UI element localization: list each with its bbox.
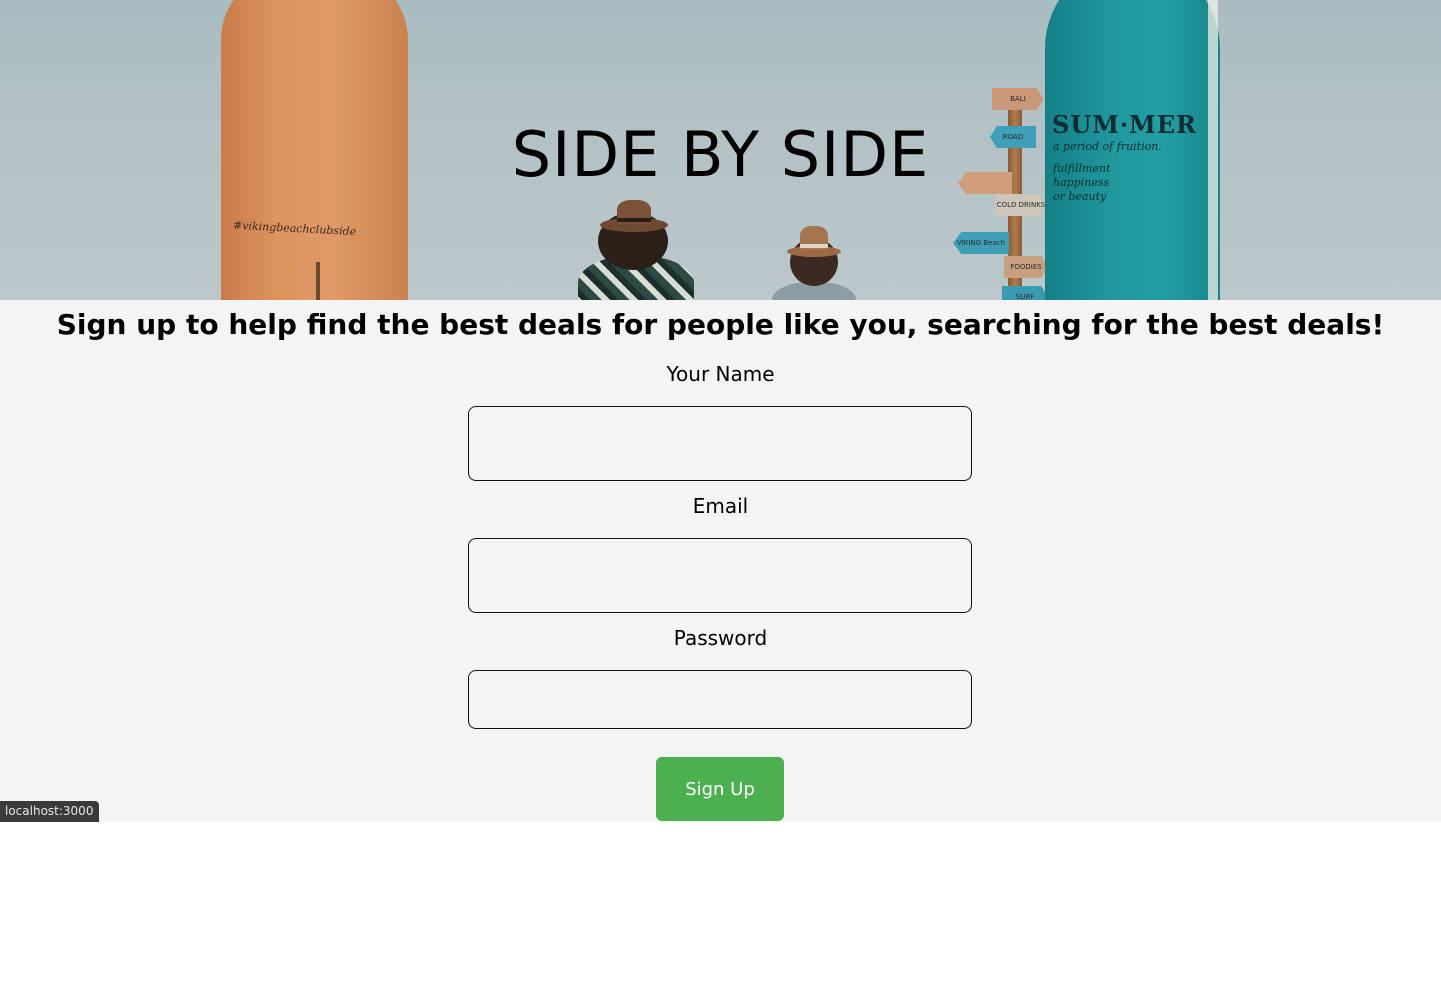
left-surfboard-fin xyxy=(316,262,320,300)
right-surfboard-line: or beauty xyxy=(1053,190,1107,203)
password-label: Password xyxy=(673,626,768,650)
sign-6: FOODIES xyxy=(1004,256,1048,278)
signup-section: Sign up to help find the best deals for … xyxy=(0,300,1441,822)
email-label: Email xyxy=(692,494,749,518)
name-label: Your Name xyxy=(666,362,775,386)
password-input[interactable] xyxy=(468,670,972,729)
name-input[interactable] xyxy=(468,406,972,481)
signup-tagline: Sign up to help find the best deals for … xyxy=(56,308,1385,341)
signup-button[interactable]: Sign Up xyxy=(656,757,784,821)
hero-title: SIDE BY SIDE xyxy=(511,118,930,191)
sign-1: BALI xyxy=(992,88,1044,110)
hero-banner: #vikingbeachclubside BALI ROAD COLD DRIN… xyxy=(0,0,1441,300)
sign-7: SURF xyxy=(1002,286,1048,300)
status-bar-url: localhost:3000 xyxy=(0,801,100,822)
email-input[interactable] xyxy=(468,538,972,613)
sign-5: VIKING Beach xyxy=(953,232,1009,254)
sign-4: COLD DRINKS xyxy=(996,194,1046,216)
